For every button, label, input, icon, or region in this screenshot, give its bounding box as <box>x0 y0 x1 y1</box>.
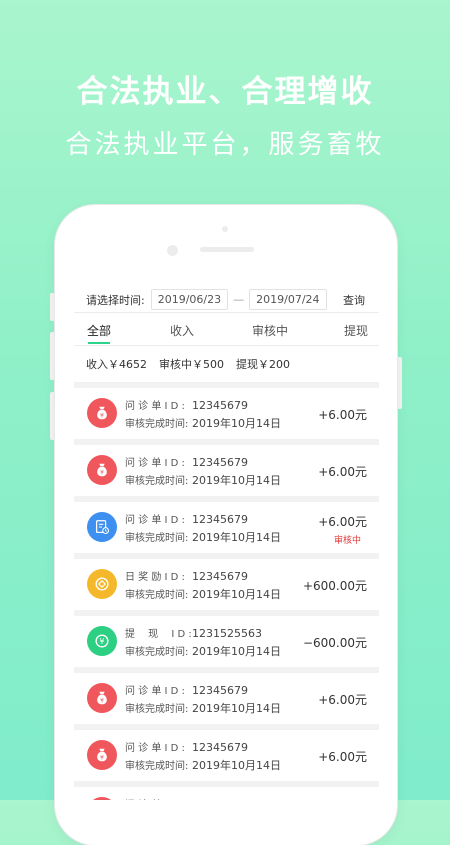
record-time-label: 审核完成时间: <box>125 533 189 544</box>
coin-reward-icon <box>87 569 117 599</box>
record-id-line: 问 诊 单 I D : 12345679 <box>125 739 248 754</box>
phone-camera <box>167 245 178 256</box>
summary-bar: 收入￥4652 审核中￥500 提现￥200 <box>74 346 379 382</box>
money-bag-icon: ¥ <box>87 740 117 770</box>
end-date-field[interactable]: 2019/07/24 <box>249 289 327 310</box>
record-time-line: 审核完成时间: 2019年10月14日 <box>125 586 281 602</box>
record-time-line: 审核完成时间: 2019年10月14日 <box>125 700 281 716</box>
record-id-label: 问 诊 单 I D : <box>125 401 185 412</box>
summary-withdraw: 提现￥200 <box>236 358 290 371</box>
record-time-label: 审核完成时间: <box>125 590 189 601</box>
record-time-label: 审核完成时间: <box>125 476 189 487</box>
record-id-line: 问 诊 单 I D : 12345679 <box>125 682 248 697</box>
record-id-value: 12345679 <box>192 399 248 412</box>
record-time-value: 2019年10月14日 <box>192 588 281 601</box>
record-id-value: 12345679 <box>192 570 248 583</box>
money-bag-icon: ¥ <box>87 455 117 485</box>
document-icon <box>87 512 117 542</box>
record-time-label: 审核完成时间: <box>125 647 189 658</box>
record-amount: +6.00元 <box>318 693 367 707</box>
record-time-value: 2019年10月14日 <box>192 417 281 430</box>
tab-income[interactable]: 收入 <box>170 322 194 339</box>
record-time-value: 2019年10月14日 <box>192 702 281 715</box>
record-id-label: 问 诊 单 I D : <box>125 515 185 526</box>
status-badge: 审核中 <box>333 536 361 546</box>
record-tabs: 全部 收入 审核中 提现 <box>74 312 379 346</box>
record-id-label: 日 奖 励 I D : <box>125 572 185 583</box>
record-time-line: 审核完成时间: 2019年10月14日 <box>125 643 281 659</box>
record-amount: −600.00元 <box>302 636 367 650</box>
phone-power-button <box>397 357 402 409</box>
app-screen: 请选择时间: 2019/06/23 — 2019/07/24 查询 全部 收入 … <box>74 287 379 800</box>
date-filter-bar: 请选择时间: 2019/06/23 — 2019/07/24 查询 <box>74 287 379 312</box>
tab-all[interactable]: 全部 <box>87 322 111 339</box>
record-id-line: 问 诊 单 I D :12345679 <box>125 796 248 800</box>
record-id-value: 12345679 <box>192 684 248 697</box>
record-id-label: 问 诊 单 I D : <box>125 743 185 754</box>
tab-withdraw[interactable]: 提现 <box>344 322 368 339</box>
yen-coin-icon: ¥ <box>87 626 117 656</box>
record-time-line: 审核完成时间: 2019年10月14日 <box>125 529 281 545</box>
record-amount: +600.00元 <box>302 579 367 593</box>
record-item[interactable]: ¥问 诊 单 I D :12345679 <box>74 787 379 800</box>
record-id-value: 12345679 <box>192 741 248 754</box>
svg-text:¥: ¥ <box>100 414 104 420</box>
record-time-label: 审核完成时间: <box>125 704 189 715</box>
record-time-line: 审核完成时间: 2019年10月14日 <box>125 415 281 431</box>
money-bag-icon: ¥ <box>87 398 117 428</box>
record-amount: +6.00元 <box>318 750 367 764</box>
query-button[interactable]: 查询 <box>343 292 365 308</box>
record-amount: +6.00元 <box>318 408 367 422</box>
record-id-label: 提 现 I D : <box>125 629 192 640</box>
phone-sensor <box>222 226 228 232</box>
record-amount: +6.00元 <box>318 465 367 479</box>
record-id-label: 问 诊 单 I D : <box>125 686 185 697</box>
record-id-line: 问 诊 单 I D : 12345679 <box>125 511 248 526</box>
record-item[interactable]: ¥ 问 诊 单 I D :12345679 审核完成时间: 2019年10月14日 +6… <box>74 730 379 781</box>
record-list: ¥ 问 诊 单 I D :12345679 审核完成时间: 2019年10月14日 +6… <box>74 382 379 800</box>
record-id-label: 问 诊 单 I D : <box>125 458 185 469</box>
record-item[interactable]: ¥ 提 现 I D :1231525563 审核完成时间: 2019年10月14日 −6… <box>74 616 379 667</box>
svg-text:¥: ¥ <box>100 471 104 477</box>
banner-subheadline: 合法执业平台，服务畜牧 <box>65 130 385 160</box>
record-id-line: 日 奖 励 I D : 12345679 <box>125 568 248 583</box>
record-id-line: 问 诊 单 I D : 12345679 <box>125 397 248 412</box>
svg-text:¥: ¥ <box>99 636 104 646</box>
record-id-value: 12345679 <box>192 456 248 469</box>
record-time-value: 2019年10月14日 <box>192 759 281 772</box>
active-tab-indicator <box>88 342 110 344</box>
tab-reviewing[interactable]: 审核中 <box>252 322 288 339</box>
banner-headline: 合法执业、合理增收 <box>76 74 374 110</box>
summary-reviewing: 审核中￥500 <box>159 358 224 371</box>
record-time-label: 审核完成时间: <box>125 419 189 430</box>
record-item[interactable]: ¥ 问 诊 单 I D :12345679 审核完成时间: 2019年10月14日 +6… <box>74 445 379 496</box>
record-amount: +6.00元 <box>318 515 367 529</box>
record-id-value: 12345679 <box>192 513 248 526</box>
date-filter-label: 请选择时间: <box>86 293 145 307</box>
record-id-label: 问 诊 单 I D : <box>125 796 192 800</box>
record-time-line: 审核完成时间: 2019年10月14日 <box>125 472 281 488</box>
record-id-value: 1231525563 <box>192 627 262 640</box>
svg-text:¥: ¥ <box>100 699 104 705</box>
date-separator: — <box>233 293 245 306</box>
record-time-value: 2019年10月14日 <box>192 645 281 658</box>
record-item[interactable]: ¥ 问 诊 单 I D :12345679 审核完成时间: 2019年10月14日 +6… <box>74 673 379 724</box>
phone-speaker <box>200 247 254 252</box>
record-id-line: 提 现 I D :1231525563 <box>125 625 262 640</box>
money-bag-icon: ¥ <box>87 683 117 713</box>
start-date-field[interactable]: 2019/06/23 <box>150 289 229 310</box>
record-item[interactable]: 问 诊 单 I D :12345679 审核完成时间: 2019年10月14日 +6.… <box>74 502 379 553</box>
summary-income: 收入￥4652 <box>86 358 147 371</box>
record-item[interactable]: 日 奖 励 I D :12345679 审核完成时间: 2019年10月14日 +60… <box>74 559 379 610</box>
record-id-line: 问 诊 单 I D : 12345679 <box>125 454 248 469</box>
svg-text:¥: ¥ <box>100 756 104 762</box>
record-time-line: 审核完成时间: 2019年10月14日 <box>125 757 281 773</box>
record-time-label: 审核完成时间: <box>125 761 189 772</box>
record-item[interactable]: ¥ 问 诊 单 I D :12345679 审核完成时间: 2019年10月14日 +6… <box>74 388 379 439</box>
record-time-value: 2019年10月14日 <box>192 474 281 487</box>
record-time-value: 2019年10月14日 <box>192 531 281 544</box>
